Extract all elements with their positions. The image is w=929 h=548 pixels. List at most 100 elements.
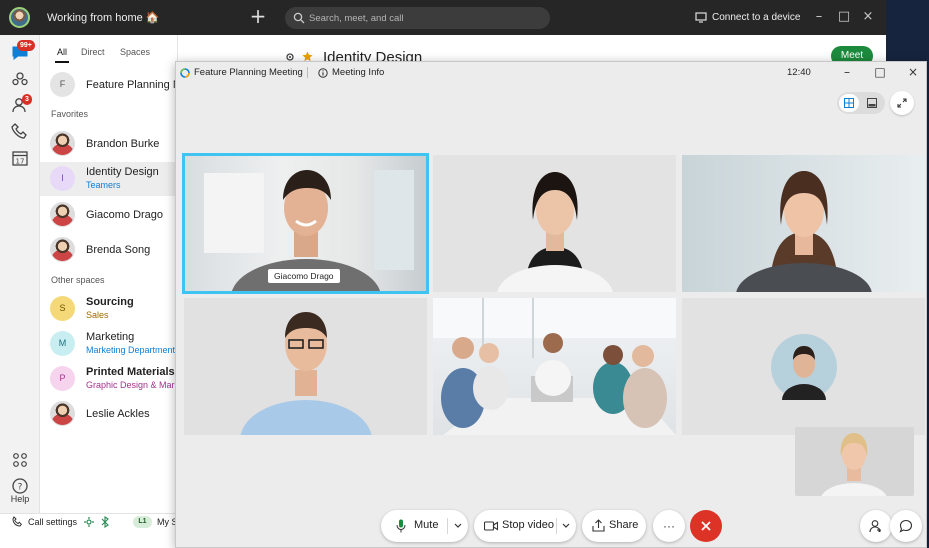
list-item[interactable]: Giacomo Drago [40,198,177,232]
space-name: Identity Design [86,166,159,178]
participant-name-tag: Giacomo Drago [268,269,340,283]
layout-toggle[interactable] [837,92,885,114]
webex-logo-icon [180,67,190,78]
meeting-title: Feature Planning Meeting [180,67,303,78]
avatar [50,202,75,227]
device-icon [695,11,707,23]
user-avatar[interactable] [9,7,30,28]
participant-video [497,172,613,292]
headset-icon[interactable] [83,516,95,528]
share-button[interactable]: Share [609,519,638,531]
help-label: Help [10,494,30,504]
fullscreen-icon [897,98,907,108]
stop-video-button[interactable]: Stop video [502,519,554,531]
apps-grid-icon[interactable] [11,451,29,469]
space-avatar: F [50,72,75,97]
avatar [50,131,75,156]
help-icon[interactable]: ? [11,477,29,495]
chevron-down-icon[interactable] [453,520,463,532]
search-input[interactable] [285,7,550,29]
grid-layout-option[interactable] [839,94,859,112]
list-item[interactable]: Brenda Song [40,233,177,267]
meeting-close-icon[interactable]: × [906,64,920,80]
calendar-icon[interactable]: 17 [11,149,29,167]
tab-spaces[interactable]: Spaces [120,47,150,57]
mute-button[interactable]: Mute [414,519,438,531]
stage-layout-option[interactable] [862,94,882,112]
meeting-info-button[interactable]: Meeting Info [318,67,384,78]
call-settings-label[interactable]: Call settings [28,517,77,527]
close-icon[interactable]: × [861,8,875,26]
list-item[interactable]: F Feature Planning M [40,68,178,102]
user-status[interactable]: Working from home 🏠 [47,11,160,24]
participant-avatar [771,334,837,400]
meeting-minimize-icon[interactable]: – [840,64,854,80]
avatar [50,401,75,426]
chat-button[interactable] [890,510,922,542]
fullscreen-button[interactable] [890,91,914,115]
tab-direct[interactable]: Direct [81,47,105,57]
video-tile[interactable] [184,298,427,435]
video-tile-conference-room[interactable] [433,298,676,435]
more-options-button[interactable]: ··· [653,510,685,542]
team-label: Sales [86,310,109,320]
video-tile[interactable] [682,155,925,292]
space-avatar: P [50,366,75,391]
connect-to-device-button[interactable]: Connect to a device [695,9,800,25]
connect-label: Connect to a device [712,11,801,23]
space-avatar: S [50,296,75,321]
call-settings-icon[interactable] [11,516,23,528]
share-icon [592,519,605,532]
meeting-maximize-icon[interactable]: □ [873,64,887,80]
space-name: Feature Planning M [86,79,178,91]
bluetooth-icon[interactable] [99,516,111,528]
contact-name: Brenda Song [86,244,151,256]
space-name: Marketing [86,331,135,343]
self-view-video [821,433,887,496]
end-call-button[interactable] [690,510,722,542]
team-label: Graphic Design & Marketing [86,380,178,390]
minimize-icon[interactable]: – [812,8,826,26]
other-spaces-label: Other spaces [51,275,105,285]
list-item[interactable]: Brandon Burke [40,127,177,253]
search-icon [293,12,305,24]
microphone-icon [396,519,406,533]
list-item[interactable]: P Printed Materials Graphic Design & Mar… [40,362,178,396]
chevron-down-icon[interactable] [561,520,571,532]
participant-video [736,171,872,292]
mute-control[interactable]: Mute [381,510,468,542]
space-name: Sourcing [86,296,134,308]
video-tile-avatar[interactable] [682,298,925,435]
participants-button[interactable] [860,510,892,542]
calls-icon[interactable] [11,122,29,140]
conversation-list: All Direct Spaces F Feature Planning M F… [40,35,178,513]
video-tile-active-speaker[interactable]: Giacomo Drago [182,153,429,294]
share-control[interactable]: Share [582,510,646,542]
list-item[interactable]: M Marketing Marketing Department [40,327,177,361]
new-plus-icon[interactable]: + [249,5,267,27]
space-avatar: M [50,331,75,356]
teams-icon[interactable] [11,70,29,88]
maximize-icon[interactable]: □ [837,8,851,26]
control-divider [447,518,448,534]
contact-name: Leslie Ackles [86,408,150,420]
svg-text:?: ? [18,483,23,493]
contact-name: Giacomo Drago [86,209,164,221]
camera-icon [484,521,498,531]
participant-video [433,298,676,435]
list-item[interactable]: I Identity Design Teamers [40,162,177,196]
title-divider [307,67,308,78]
tab-all[interactable]: All [54,47,70,63]
participants-icon [869,520,881,533]
self-view[interactable] [795,427,914,496]
list-item[interactable]: Leslie Ackles [40,397,177,431]
meeting-title-text: Feature Planning Meeting [194,67,303,78]
grid-layout-icon [844,98,854,108]
svg-text:17: 17 [16,158,25,166]
video-tile[interactable] [433,155,676,292]
line-badge: L1 [133,516,152,528]
video-control[interactable]: Stop video [474,510,576,542]
meeting-clock: 12:40 [787,67,811,78]
meeting-info-label: Meeting Info [332,67,385,78]
list-item[interactable]: S Sourcing Sales [40,292,177,326]
